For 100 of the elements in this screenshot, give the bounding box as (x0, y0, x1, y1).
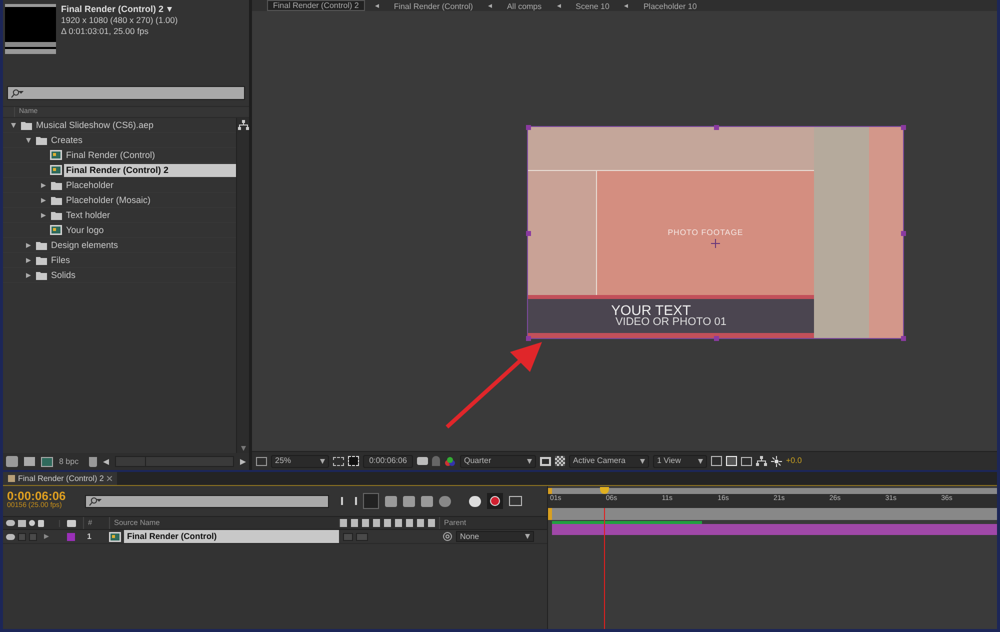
title-text: YOUR TEXT (611, 304, 691, 316)
expand-triangle[interactable] (44, 534, 49, 539)
flowchart-icon[interactable] (238, 120, 248, 130)
photo-placeholder-label: PHOTO FOOTAGE (668, 227, 744, 239)
solo-icon[interactable] (29, 520, 35, 526)
folder-icon (50, 210, 62, 220)
project-item[interactable]: Musical Slideshow (CS6).aep (34, 118, 156, 132)
scroll-down-icon[interactable] (240, 446, 246, 451)
disclosure-triangle[interactable] (26, 258, 30, 262)
dropdown-arrow-icon (698, 458, 703, 464)
breadcrumb-arrow-icon (624, 4, 628, 8)
scrollbar[interactable] (236, 118, 249, 453)
breadcrumb-arrow-icon (374, 4, 379, 8)
transform-handle[interactable] (714, 125, 718, 130)
composition-icon (109, 532, 121, 542)
breadcrumb-arrow-icon (556, 4, 561, 8)
project-item[interactable]: Your logo (64, 224, 106, 236)
horizontal-scrollbar[interactable] (114, 456, 234, 467)
disclosure-triangle[interactable] (26, 272, 30, 278)
transform-handle[interactable] (901, 125, 906, 130)
stopwatch-icon (490, 496, 500, 506)
scroll-left-icon[interactable] (102, 458, 109, 464)
new-composition-icon[interactable] (41, 456, 53, 466)
folder-icon (50, 196, 62, 204)
camera-dropdown[interactable]: Active Camera (569, 454, 649, 468)
parent-dropdown[interactable]: None (456, 531, 534, 542)
crosshair-icon (711, 239, 720, 248)
color-channels-icon[interactable] (444, 456, 456, 466)
composition-icon (50, 225, 62, 235)
composition-dimensions: 1920 x 1080 (480 x 270) (1.00) (61, 15, 178, 26)
bit-depth-button[interactable]: 8 bpc (59, 456, 79, 468)
exposure-value[interactable]: +0.0 (786, 455, 802, 467)
dropdown-arrow-icon (525, 534, 530, 539)
dropdown-arrow-icon (527, 458, 532, 464)
subtitle-text: VIDEO OR PHOTO 01 (615, 316, 727, 328)
search-icon (10, 88, 24, 98)
disclosure-triangle[interactable] (40, 182, 46, 188)
breadcrumb-tab[interactable]: Placeholder 10 (638, 2, 702, 11)
composition-icon (50, 150, 62, 160)
disclosure-triangle[interactable] (26, 138, 30, 142)
layer-number: 1 (86, 530, 92, 542)
disclosure-triangle[interactable] (40, 212, 46, 218)
zoom-dropdown[interactable]: 25% (271, 454, 329, 468)
transform-handle[interactable] (526, 125, 531, 130)
fast-preview-icon[interactable] (540, 456, 551, 466)
flowchart-icon[interactable] (756, 456, 767, 466)
composition-icon (50, 165, 62, 175)
search-field[interactable] (85, 494, 329, 508)
breadcrumb-tab[interactable]: Scene 10 (570, 2, 614, 11)
project-item[interactable]: Files (49, 254, 72, 266)
transform-handle[interactable] (901, 336, 906, 341)
search-field[interactable] (7, 86, 245, 100)
scroll-right-icon[interactable] (240, 458, 246, 464)
breadcrumb-arrow-icon (488, 4, 492, 8)
shy-switch-icon[interactable] (343, 532, 353, 540)
region-of-interest-icon[interactable] (348, 456, 359, 466)
auto-keyframe-button[interactable] (487, 493, 503, 509)
transform-handle[interactable] (526, 336, 531, 341)
folder-icon (36, 136, 46, 144)
folder-icon (36, 270, 46, 280)
current-time-display[interactable]: 0:00:06:06 (7, 491, 79, 501)
resolution-dropdown[interactable]: Quarter (460, 454, 536, 468)
disclosure-triangle[interactable] (26, 242, 30, 248)
composition-frame[interactable]: PHOTO FOOTAGE YOUR TEXT VIDEO OR PHOTO 01 (528, 127, 903, 338)
project-item[interactable]: Solids (49, 268, 78, 282)
view-layout-dropdown[interactable]: 1 View (653, 454, 707, 468)
transform-handle[interactable] (526, 230, 531, 236)
composition-duration: Δ 0:01:03:01, 25.00 fps (61, 26, 150, 37)
project-item[interactable]: Design elements (49, 238, 120, 252)
transform-handle[interactable] (901, 230, 906, 236)
project-item[interactable]: Placeholder (64, 178, 116, 192)
breadcrumb-tab[interactable]: All comps (502, 2, 547, 11)
folder-icon (50, 180, 62, 190)
current-time-field[interactable]: 0:00:06:06 (363, 454, 413, 468)
dropdown-icon[interactable] (166, 7, 172, 12)
project-item[interactable]: Final Render (Control) (64, 148, 158, 162)
transform-handle[interactable] (714, 336, 718, 341)
folder-icon (36, 256, 46, 264)
folder-icon (36, 240, 46, 250)
close-icon[interactable] (106, 476, 112, 481)
project-item[interactable]: Creates (49, 134, 85, 146)
project-item[interactable]: Placeholder (Mosaic) (64, 194, 153, 206)
project-item[interactable]: Text holder (64, 208, 112, 222)
exposure-icon[interactable] (771, 456, 782, 466)
layer-name[interactable]: Final Render (Control) (124, 530, 339, 543)
transparency-grid-icon[interactable] (555, 456, 565, 466)
composition-title[interactable]: Final Render (Control) 2 (61, 4, 164, 15)
timeline-tab[interactable]: Final Render (Control) 2 (3, 472, 117, 485)
quality-switch-icon[interactable] (356, 532, 368, 540)
disclosure-triangle[interactable] (40, 198, 46, 202)
pick-whip-icon[interactable] (443, 532, 452, 541)
breadcrumb-tab[interactable]: Final Render (Control) 2 (267, 0, 365, 11)
project-item[interactable]: Final Render (Control) 2 (64, 164, 236, 176)
dropdown-arrow-icon (640, 458, 645, 464)
disclosure-triangle[interactable] (10, 122, 16, 128)
search-icon (88, 496, 102, 506)
fit-frame-icon[interactable] (333, 456, 344, 466)
folder-icon (20, 120, 32, 130)
label-color-swatch[interactable] (67, 532, 75, 540)
breadcrumb-tab[interactable]: Final Render (Control) (388, 2, 478, 11)
